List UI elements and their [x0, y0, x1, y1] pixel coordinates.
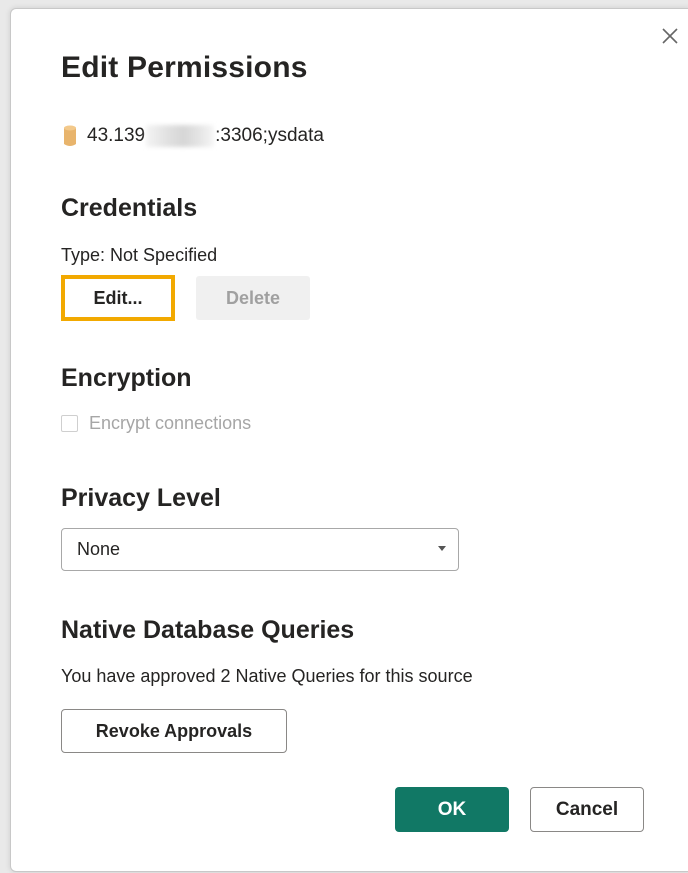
encrypt-connections-option: Encrypt connections	[61, 413, 251, 434]
credentials-heading: Credentials	[61, 194, 198, 222]
encrypt-connections-checkbox[interactable]	[61, 415, 78, 432]
revoke-approvals-button[interactable]: Revoke Approvals	[61, 709, 287, 753]
edit-permissions-dialog: Edit Permissions 43.139 :3306;ysdata Cre…	[10, 8, 688, 872]
close-button[interactable]	[657, 23, 683, 49]
source-address-suffix: :3306;ysdata	[215, 125, 324, 146]
native-queries-heading: Native Database Queries	[61, 616, 355, 644]
ok-button[interactable]: OK	[395, 787, 509, 832]
chevron-down-icon	[438, 546, 446, 551]
native-queries-status: You have approved 2 Native Queries for t…	[61, 666, 473, 686]
edit-credentials-button[interactable]: Edit...	[61, 275, 175, 321]
privacy-level-value: None	[77, 539, 121, 559]
privacy-level-heading: Privacy Level	[61, 484, 221, 512]
close-icon	[662, 28, 678, 44]
credential-type: Type: Not Specified	[61, 245, 218, 265]
database-icon	[64, 125, 76, 146]
data-source: 43.139 :3306;ysdata	[63, 124, 324, 148]
privacy-level-select[interactable]: None	[61, 528, 459, 571]
delete-credentials-button[interactable]: Delete	[196, 276, 310, 320]
dialog-title: Edit Permissions	[61, 51, 308, 84]
encrypt-connections-label: Encrypt connections	[89, 413, 252, 433]
source-address-prefix: 43.139	[87, 125, 146, 146]
encryption-heading: Encryption	[61, 364, 192, 392]
cancel-button[interactable]: Cancel	[530, 787, 644, 832]
redacted-address	[146, 125, 215, 147]
